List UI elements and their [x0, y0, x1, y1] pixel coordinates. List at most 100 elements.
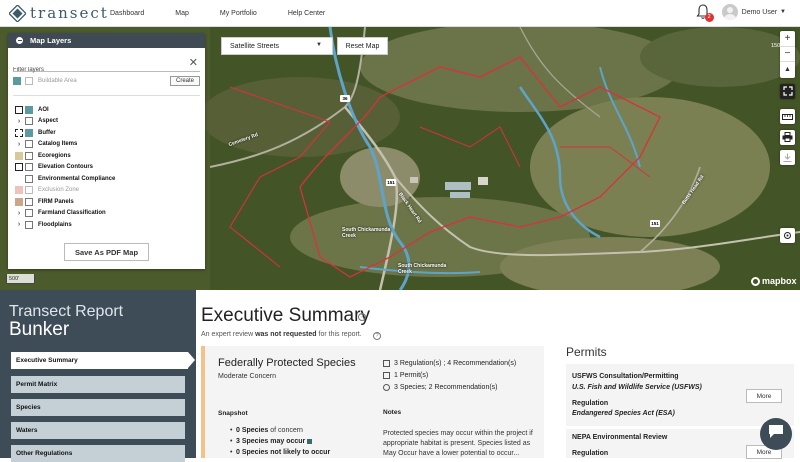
download-button[interactable] [780, 150, 795, 165]
nav-dashboard[interactable]: Dashboard [110, 10, 144, 17]
exclusion-zone-checkbox[interactable] [25, 186, 33, 195]
buffer-checkbox[interactable] [25, 128, 33, 137]
transect-logo[interactable]: transect [8, 3, 107, 23]
buildable-area-checkbox[interactable] [25, 77, 33, 85]
layer-item-aspect[interactable]: › Aspect [13, 116, 205, 128]
info-icon[interactable] [307, 438, 313, 444]
zoom-out-button[interactable]: − [780, 47, 795, 63]
report-nav-permit-matrix[interactable]: Permit Matrix [11, 376, 185, 393]
species-count: 3 Species; 2 Recommendation(s) [383, 384, 498, 391]
firm-panels-checkbox[interactable] [25, 197, 33, 206]
locate-button[interactable] [780, 228, 795, 243]
layer-label: Environmental Compliance [38, 175, 116, 182]
map-label-creek-2: South Chickamunda Creek [398, 263, 447, 275]
buffer-swatch [15, 128, 23, 137]
nav-my-portfolio[interactable]: My Portfolio [220, 10, 257, 17]
user-menu-caret-icon[interactable]: ▼ [780, 9, 786, 15]
layer-item-firm-panels[interactable]: FIRM Panels [13, 196, 205, 208]
mapbox-label: mapbox [762, 276, 797, 286]
expert-review-status: An expert review was not requested for t… [201, 331, 362, 338]
clear-filter-close-icon[interactable]: ✕ [189, 56, 198, 69]
species-card-title[interactable]: Federally Protected Species [218, 357, 356, 369]
layer-item-elevation-contours[interactable]: Elevation Contours [13, 162, 205, 174]
basemap-select[interactable]: Satellite Streets ▼ [221, 37, 333, 55]
chevron-right-icon[interactable]: › [18, 221, 20, 228]
federally-protected-species-card: Federally Protected Species Moderate Con… [201, 346, 544, 458]
chevron-right-icon[interactable]: › [18, 141, 20, 148]
snapshot-label: Snapshot [218, 410, 248, 417]
aspect-checkbox[interactable] [25, 117, 33, 126]
chat-support-button[interactable] [760, 418, 792, 450]
layer-item-aoi[interactable]: AOI [13, 104, 205, 116]
report-nav-waters[interactable]: Waters [11, 422, 185, 439]
compass-north-button[interactable]: ▲ [780, 62, 795, 78]
zoom-in-button[interactable]: + [780, 31, 795, 47]
permit-name: NEPA Environmental Review [572, 434, 668, 441]
nav-map[interactable]: Map [175, 10, 189, 17]
layer-item-floodplains[interactable]: › Floodplains [13, 219, 205, 231]
layer-item-buffer[interactable]: Buffer [13, 127, 205, 139]
floodplains-checkbox[interactable] [25, 220, 33, 229]
review-prefix: An expert review [201, 331, 254, 338]
aoi-swatch [15, 105, 23, 114]
brand-name: transect [30, 4, 109, 22]
notifications-bell-icon[interactable]: 2 [696, 4, 714, 22]
buildable-area-label: Buildable Area [38, 78, 77, 84]
farmland-classification-checkbox[interactable] [25, 209, 33, 218]
chevron-right-icon[interactable]: › [18, 118, 20, 125]
permits-title: Permits [566, 345, 607, 359]
layer-item-exclusion-zone[interactable]: Exclusion Zone [13, 185, 205, 197]
notification-count-badge: 2 [704, 13, 714, 22]
filter-layers-input[interactable] [13, 67, 173, 73]
nav-help-center[interactable]: Help Center [288, 10, 325, 17]
snapshot-count: 0 Species [236, 449, 269, 456]
measure-button[interactable] [780, 109, 795, 124]
notes-label: Notes [383, 409, 402, 416]
fullscreen-icon [782, 83, 793, 101]
layer-item-ecoregions[interactable]: Ecoregions [13, 150, 205, 162]
review-help-question-icon[interactable]: ? [373, 332, 381, 340]
catalog-items-checkbox[interactable] [25, 140, 33, 149]
permit-regulation-label: Regulation [572, 450, 609, 457]
report-project-name: Bunker [9, 319, 70, 340]
chat-bubble-icon [768, 424, 784, 444]
permit-agency: U.S. Fish and Wildlife Service (USFWS) [572, 384, 702, 391]
layer-item-catalog-items[interactable]: › Catalog Items [13, 139, 205, 151]
report-nav-other-regulations[interactable]: Other Regulations [11, 445, 185, 462]
collapse-minus-icon[interactable] [16, 37, 23, 44]
fullscreen-button[interactable] [780, 84, 795, 99]
ecoregions-checkbox[interactable] [25, 151, 33, 160]
snapshot-count: 3 Species [236, 438, 269, 445]
regulations-count-text: 3 Regulation(s) ; 4 Recommendation(s) [394, 360, 517, 367]
reset-map-button[interactable]: Reset Map [337, 37, 388, 55]
print-button[interactable] [780, 130, 795, 145]
layer-item-environmental-compliance[interactable]: Environmental Compliance [13, 173, 205, 185]
help-question-icon[interactable]: ? [358, 313, 366, 321]
user-avatar[interactable] [721, 4, 738, 20]
map-layers-title: Map Layers [30, 36, 72, 45]
elevation-contours-checkbox[interactable] [25, 163, 33, 172]
permit-regulation: Endangered Species Act (ESA) [572, 410, 675, 417]
permits-count: 1 Permit(s) [383, 372, 428, 379]
layer-item-farmland-classification[interactable]: › Farmland Classification [13, 208, 205, 220]
create-buildable-area-button[interactable]: Create [169, 76, 200, 86]
map-layers-header[interactable]: Map Layers [8, 33, 205, 48]
aoi-checkbox[interactable] [25, 105, 33, 114]
review-status: was not requested [255, 331, 317, 338]
user-name[interactable]: Demo User [742, 9, 777, 16]
permit-clipboard-icon [383, 372, 390, 379]
environmental-compliance-checkbox[interactable] [25, 174, 33, 183]
layer-label: Farmland Classification [38, 210, 106, 217]
layer-label: Catalog Items [38, 141, 78, 148]
species-count-text: 3 Species; 2 Recommendation(s) [394, 384, 498, 391]
map-view[interactable]: Cemetery Rd Black Heart Rd Butts Head Rd… [0, 27, 800, 290]
more-button[interactable]: More [746, 389, 782, 403]
save-as-pdf-map-button[interactable]: Save As PDF Map [64, 243, 149, 261]
snapshot-text: of concern [270, 427, 303, 434]
map-layers-panel: Map Layers ✕ Buildable Area Create AOI ›… [8, 33, 205, 269]
report-nav-species[interactable]: Species [11, 399, 185, 416]
report-nav-executive-summary[interactable]: Executive Summary [11, 352, 195, 369]
mapbox-attribution[interactable]: mapbox [751, 276, 797, 286]
ruler-icon [782, 108, 793, 126]
chevron-right-icon[interactable]: › [18, 210, 20, 217]
